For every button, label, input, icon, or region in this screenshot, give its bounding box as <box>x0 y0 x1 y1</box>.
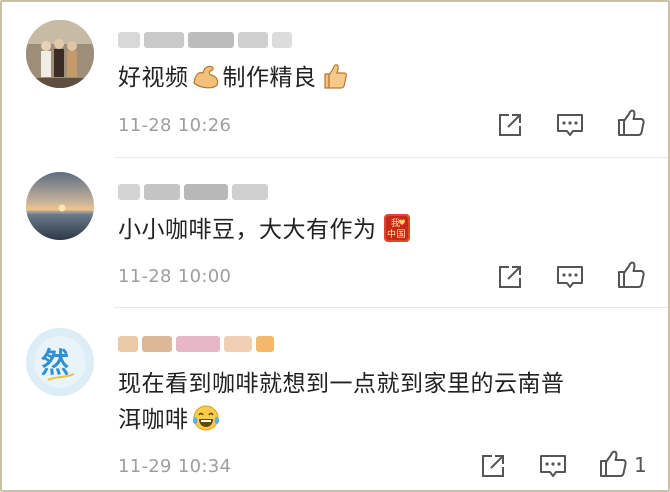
tears-of-joy-icon <box>191 403 221 433</box>
reply-button[interactable] <box>538 451 568 481</box>
comment-text-part: 现在看到咖啡就想到一点就到家里的云南普 <box>118 371 565 397</box>
reply-icon <box>557 266 583 288</box>
like-icon <box>618 261 645 288</box>
like-button[interactable] <box>616 260 646 290</box>
badge-bottom-text: 中国 <box>387 228 406 240</box>
badge-top-text: 我 <box>391 218 401 229</box>
comment-text: 现在看到咖啡就想到一点就到家里的云南普 <box>118 364 565 404</box>
thumbs-up-icon <box>319 61 349 91</box>
love-china-badge-icon: 我中国 <box>383 213 411 243</box>
avatar[interactable] <box>26 20 94 88</box>
comment-text: 好视频 制作精良 <box>118 58 351 98</box>
reply-button[interactable] <box>555 110 585 140</box>
avatar[interactable] <box>26 172 94 240</box>
reply-button[interactable] <box>555 262 585 292</box>
username-blurred[interactable] <box>118 28 298 52</box>
comment-text-part: 好视频 <box>118 65 189 91</box>
like-icon <box>618 109 645 136</box>
flexed-biceps-icon <box>191 61 221 91</box>
comment-item: 小小咖啡豆，大大有作为我中国 11-28 10:00 <box>2 158 668 308</box>
avatar-char: 然 <box>41 346 69 379</box>
comment-timestamp: 11-28 10:00 <box>118 266 232 287</box>
like-button[interactable] <box>598 449 628 479</box>
like-icon <box>600 450 627 477</box>
reply-icon <box>557 114 583 136</box>
comment-text-part: 制作精良 <box>222 65 317 91</box>
share-icon <box>499 266 521 288</box>
share-icon <box>482 455 504 477</box>
username-blurred[interactable] <box>118 180 278 204</box>
like-button[interactable] <box>616 108 646 138</box>
avatar[interactable]: 然 <box>26 328 94 396</box>
like-count: 1 <box>634 453 647 477</box>
comment-timestamp: 11-28 10:26 <box>118 115 232 136</box>
comment-text: 小小咖啡豆，大大有作为我中国 <box>118 210 413 250</box>
comment-item: 好视频 制作精良 11-28 10:26 <box>2 2 668 157</box>
comment-list-frame: 好视频 制作精良 11-28 10:26 小小咖啡豆，大大有作为 我 中国 11… <box>0 0 670 492</box>
comment-text-part: 洱咖啡 <box>118 407 189 433</box>
share-button[interactable] <box>495 262 525 292</box>
share-icon <box>499 114 521 136</box>
share-button[interactable] <box>478 451 508 481</box>
comment-timestamp: 11-29 10:34 <box>118 456 232 477</box>
comment-text-part: 小小咖啡豆，大大有作为 <box>118 217 377 243</box>
comment-item: 然 现在看到咖啡就想到一点就到家里的云南普 洱咖啡 11-29 10:34 1 <box>2 308 668 492</box>
reply-icon <box>540 455 566 477</box>
username-blurred[interactable] <box>118 332 278 356</box>
comment-text-line2: 洱咖啡 <box>118 400 223 440</box>
share-button[interactable] <box>495 110 525 140</box>
